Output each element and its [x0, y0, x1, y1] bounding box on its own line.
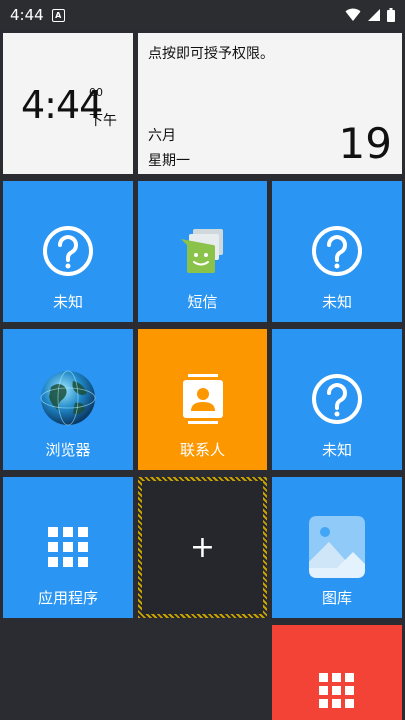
calendar-month: 六月	[148, 128, 176, 144]
app-grid-icon	[319, 673, 354, 708]
tile-contacts[interactable]: 联系人	[138, 329, 267, 470]
sms-icon	[180, 229, 223, 273]
tile-label: 图库	[321, 589, 352, 607]
question-icon	[43, 226, 93, 276]
notification-icon: A	[51, 8, 65, 22]
status-bar: 4:44 A	[0, 0, 405, 30]
tile-browser[interactable]: 浏览器	[3, 329, 133, 470]
clock-tile[interactable]: 4:44 00 下午	[3, 33, 133, 174]
tile-unknown-3[interactable]: 未知	[272, 329, 402, 470]
plus-icon: +	[189, 529, 216, 565]
tile-gallery[interactable]: 图库	[272, 477, 402, 618]
tile-label: 短信	[187, 293, 218, 311]
calendar-weekday: 星期一	[148, 153, 190, 169]
tile-label: 联系人	[179, 441, 225, 459]
question-icon	[312, 374, 362, 424]
permission-prompt: 点按即可授予权限。	[148, 46, 274, 62]
gallery-icon	[309, 516, 365, 578]
tile-label: 未知	[321, 441, 352, 459]
battery-icon	[387, 8, 395, 22]
wifi-icon	[345, 8, 361, 21]
tile-label: 浏览器	[45, 441, 91, 459]
tile-unknown-1[interactable]: 未知	[3, 181, 133, 322]
status-time: 4:44	[10, 6, 44, 24]
tile-app-drawer[interactable]	[272, 625, 402, 720]
tile-label: 未知	[52, 293, 83, 311]
signal-icon	[368, 9, 380, 21]
clock-ampm: 下午	[89, 113, 117, 129]
globe-icon	[40, 370, 96, 426]
question-icon	[312, 226, 362, 276]
tile-apps[interactable]: 应用程序	[3, 477, 133, 618]
calendar-tile[interactable]: 点按即可授予权限。 六月 星期一 19	[138, 33, 402, 174]
add-tile-button[interactable]: +	[138, 477, 267, 618]
tile-label: 应用程序	[37, 589, 98, 607]
clock-seconds: 00	[89, 86, 103, 99]
tile-unknown-2[interactable]: 未知	[272, 181, 402, 322]
contacts-icon	[182, 374, 223, 424]
status-icons	[345, 8, 395, 22]
tile-label: 未知	[321, 293, 352, 311]
tile-sms[interactable]: 短信	[138, 181, 267, 322]
calendar-day: 19	[338, 119, 392, 168]
app-grid-icon	[48, 527, 88, 567]
